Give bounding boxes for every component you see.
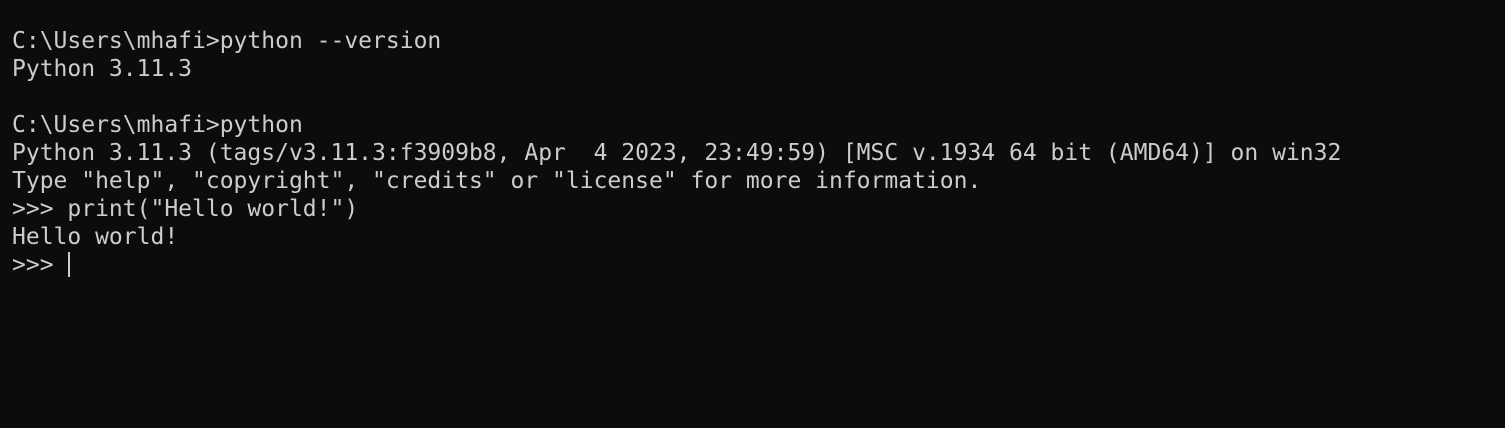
python-prompt: >>> bbox=[12, 252, 68, 278]
terminal-line: Python 3.11.3 (tags/v3.11.3:f3909b8, Apr… bbox=[12, 140, 1342, 166]
terminal-line: C:\Users\mhafi>python bbox=[12, 112, 303, 138]
terminal-line: Type "help", "copyright", "credits" or "… bbox=[12, 168, 982, 194]
input-line[interactable]: >>> bbox=[12, 251, 1505, 279]
terminal-line: C:\Users\mhafi>python --version bbox=[12, 28, 442, 54]
terminal-window[interactable]: C:\Users\mhafi>python --version Python 3… bbox=[0, 0, 1505, 428]
terminal-line: Hello world! bbox=[12, 224, 179, 250]
terminal-line: >>> print("Hello world!") bbox=[12, 196, 359, 222]
terminal-line: Python 3.11.3 bbox=[12, 56, 193, 82]
text-cursor bbox=[68, 252, 71, 277]
